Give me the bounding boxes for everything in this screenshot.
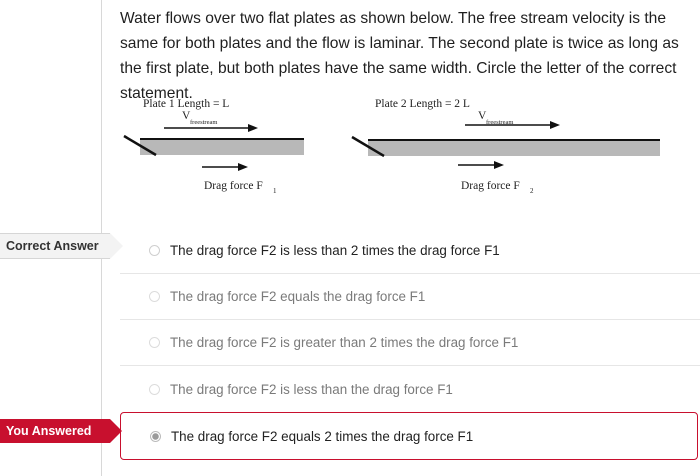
correct-answer-tag: Correct Answer [0, 233, 123, 259]
answer-list: The drag force F2 is less than 2 times t… [120, 228, 700, 460]
radio-button[interactable] [149, 383, 160, 395]
answer-option-5-selected[interactable]: The drag force F2 equals 2 times the dra… [120, 412, 698, 460]
plate2-drag-arrowhead [494, 161, 504, 169]
answer-option-1[interactable]: The drag force F2 is less than 2 times t… [120, 228, 700, 274]
answer-option-4[interactable]: The drag force F2 is less than the drag … [120, 366, 700, 412]
plate1-drag-subscript: 1 [273, 187, 277, 195]
radio-button[interactable] [149, 291, 160, 302]
plates-figure: Plate 1 Length = L V freestream Drag for… [123, 98, 660, 195]
you-answered-tag: You Answered [0, 419, 122, 443]
plate1-drag-arrowhead [238, 163, 248, 171]
answer-option-2[interactable]: The drag force F2 equals the drag force … [120, 274, 700, 320]
plate1-title: Plate 1 Length = L [143, 98, 229, 110]
radio-button[interactable] [149, 245, 160, 256]
answer-label: The drag force F2 is less than 2 times t… [170, 243, 500, 258]
radio-button[interactable] [149, 337, 160, 348]
answer-option-3[interactable]: The drag force F2 is greater than 2 time… [120, 320, 700, 366]
plate1-velocity-arrowhead [248, 124, 258, 132]
plate2-drag-label: Drag force F [461, 180, 520, 192]
radio-button-selected[interactable] [150, 430, 161, 442]
answer-label: The drag force F2 equals the drag force … [170, 289, 426, 304]
plate1-drag-label: Drag force F [204, 180, 263, 192]
answer-label: The drag force F2 is less than the drag … [170, 381, 453, 397]
answer-label: The drag force F2 equals 2 times the dra… [171, 428, 474, 444]
answer-label: The drag force F2 is greater than 2 time… [170, 335, 519, 350]
plate2-title: Plate 2 Length = 2 L [375, 98, 470, 110]
plate1-body [140, 139, 304, 155]
plate2-velocity-arrowhead [550, 121, 560, 129]
plate1-velocity-subscript: freestream [190, 119, 217, 126]
plate2-body [368, 140, 660, 156]
plate2-drag-subscript: 2 [530, 187, 534, 195]
